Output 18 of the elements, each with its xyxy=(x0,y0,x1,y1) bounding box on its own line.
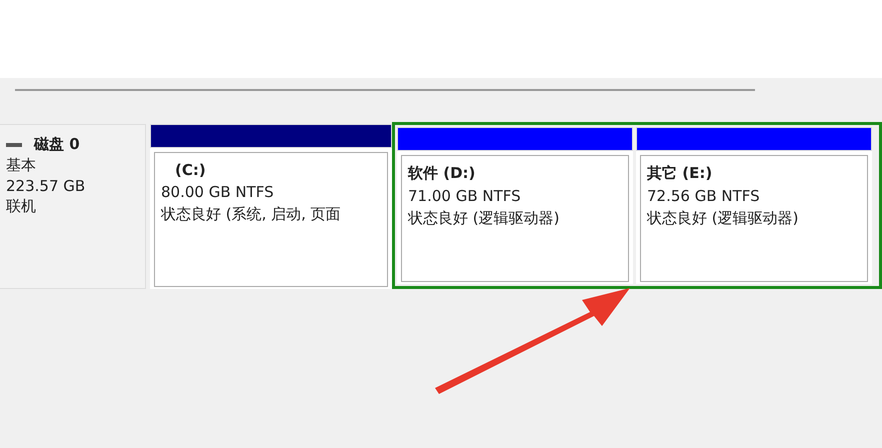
partition-block[interactable]: 其它 (E:) 72.56 GB NTFS 状态良好 (逻辑驱动器) xyxy=(636,127,872,284)
partition-label: (C:) xyxy=(174,161,207,179)
partition-status: 状态良好 (逻辑驱动器) xyxy=(647,209,800,228)
partition-size: 72.56 GB NTFS xyxy=(647,187,761,205)
partition-status: 状态良好 (逻辑驱动器) xyxy=(408,209,560,228)
extended-partition[interactable]: 软件 (D:) 71.00 GB NTFS 状态良好 (逻辑驱动器) 其它 (E:) 72.56 GB NTFS 状态良好 (逻辑驱动器) xyxy=(392,122,882,289)
disk-size: 223.57 GB xyxy=(6,177,86,195)
partition-status: 状态良好 (系统, 启动, 页面 xyxy=(161,205,342,224)
disk-type: 基本 xyxy=(6,156,37,175)
disk-info-panel[interactable]: 磁盘 0 基本 223.57 GB 联机 xyxy=(0,124,146,289)
partition-label: 软件 (D:) xyxy=(408,164,476,183)
partition-block[interactable]: (C:) 80.00 GB NTFS 状态良好 (系统, 启动, 页面 xyxy=(150,124,392,289)
disk-name: 磁盘 0 xyxy=(34,135,80,154)
partition-block[interactable]: 软件 (D:) 71.00 GB NTFS 状态良好 (逻辑驱动器) xyxy=(397,127,633,284)
disk-status: 联机 xyxy=(6,197,37,216)
partition-size: 80.00 GB NTFS xyxy=(161,183,275,201)
partition-size: 71.00 GB NTFS xyxy=(408,187,522,205)
partition-label: 其它 (E:) xyxy=(647,164,714,183)
